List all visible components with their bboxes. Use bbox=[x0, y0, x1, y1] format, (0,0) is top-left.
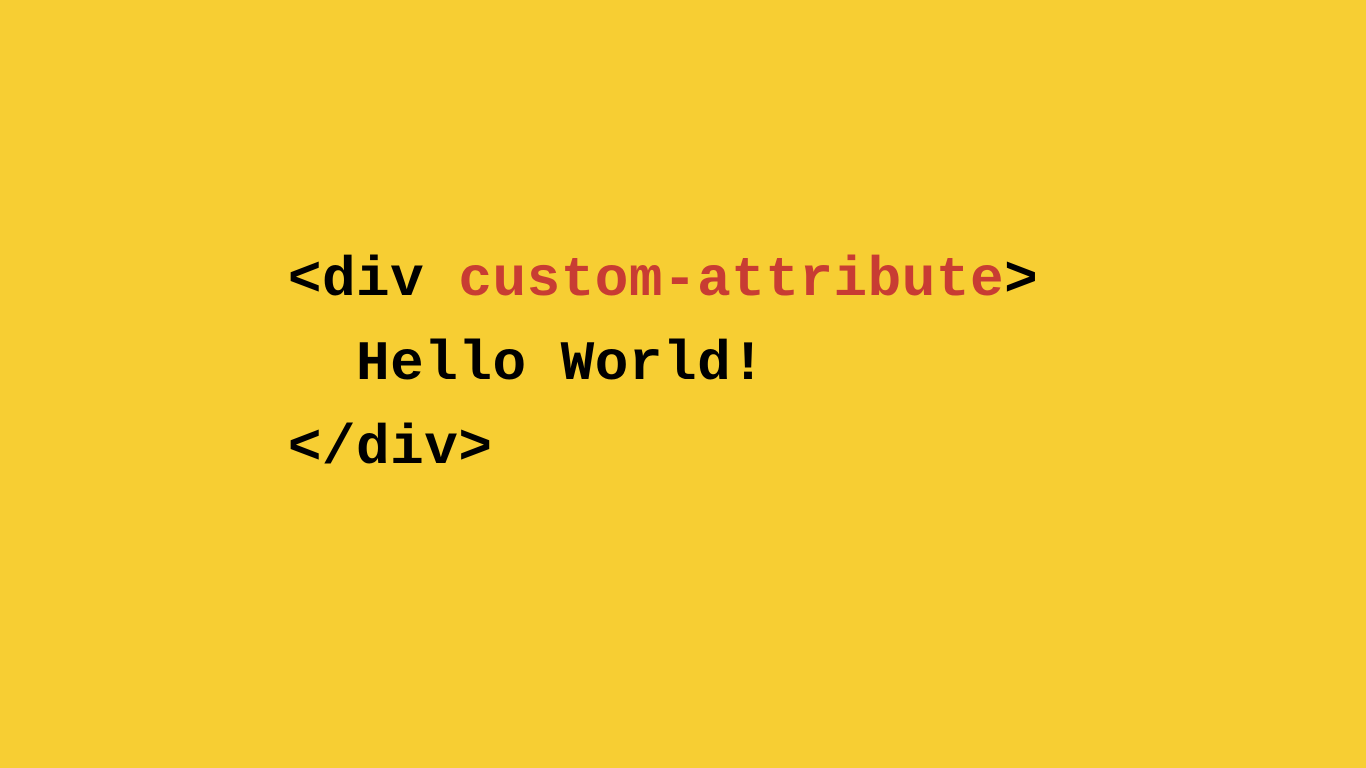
close-angle: > bbox=[1004, 248, 1038, 312]
indent bbox=[288, 332, 356, 396]
code-line-1: <div custom-attribute> bbox=[288, 248, 1038, 312]
code-line-3: </div> bbox=[288, 416, 493, 480]
custom-attribute-text: custom-attribute bbox=[458, 248, 1004, 312]
content-text: Hello World! bbox=[356, 332, 765, 396]
tag-space bbox=[424, 248, 458, 312]
tag-name: div bbox=[322, 248, 424, 312]
code-line-2: Hello World! bbox=[288, 332, 765, 396]
code-snippet: <div custom-attribute> Hello World! </di… bbox=[288, 238, 1038, 490]
open-angle: < bbox=[288, 248, 322, 312]
closing-tag: </div> bbox=[288, 416, 493, 480]
